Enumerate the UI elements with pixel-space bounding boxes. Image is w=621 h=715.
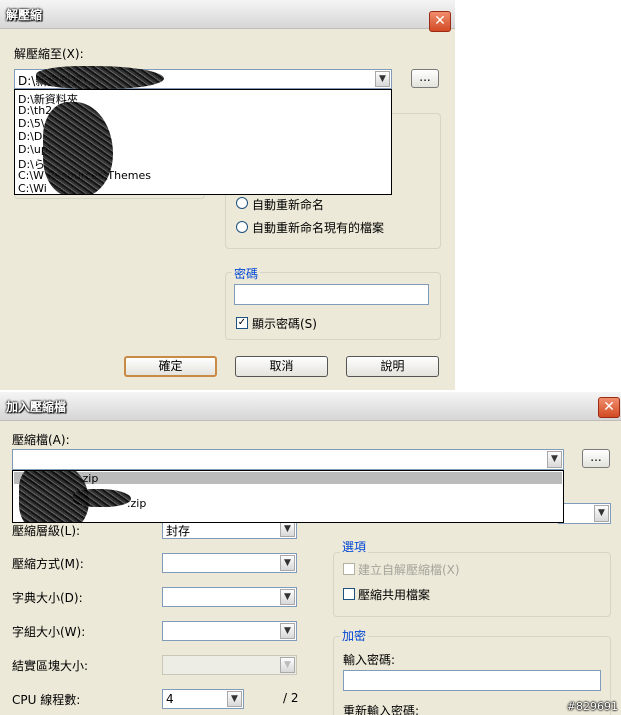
method-label: 壓縮方式(M): xyxy=(12,557,84,571)
enter-password-input[interactable] xyxy=(343,670,601,691)
cpu-label: CPU 線程數: xyxy=(12,693,81,707)
chevron-down-icon[interactable]: ▼ xyxy=(227,691,242,707)
encryption-group-title: 加密 xyxy=(340,627,369,644)
cpu-max-label: / 2 xyxy=(283,691,299,705)
redaction-scribble xyxy=(43,102,113,194)
chevron-down-icon[interactable]: ▼ xyxy=(375,71,390,87)
rename-auto-radio[interactable] xyxy=(236,197,248,209)
sfx-label: 建立自解壓縮檔(X) xyxy=(358,563,460,577)
archive-path-dropdown[interactable]: .zip .zip xyxy=(12,470,564,523)
redaction-scribble xyxy=(36,66,164,89)
watermark: #829691 xyxy=(566,700,618,713)
rename-existing-radio[interactable] xyxy=(236,221,248,233)
options-group-title: 選項 xyxy=(340,538,369,555)
shared-files-label: 壓縮共用檔案 xyxy=(358,588,431,602)
enter-password-label: 輸入密碼: xyxy=(343,653,396,667)
password-input[interactable] xyxy=(234,284,429,305)
help-button[interactable]: 說明 xyxy=(346,356,439,377)
level-label: 壓縮層級(L): xyxy=(12,524,81,538)
solid-combo: ▼ xyxy=(162,655,297,675)
dialog-title: 加入壓縮檔 xyxy=(6,400,67,414)
password-group-title: 密碼 xyxy=(232,265,261,282)
extract-path-dropdown[interactable]: D:\新資料夾 D:\th2 D:\5\ D:\D D:\up\ D:\ら C:… xyxy=(14,89,392,195)
rename-auto-label: 自動重新命名 xyxy=(252,198,325,212)
show-password-checkbox[interactable]: ✓ xyxy=(236,317,248,329)
extract-to-label: 解壓縮至(X): xyxy=(14,47,84,61)
word-combo[interactable]: ▼ xyxy=(162,621,297,641)
ok-button[interactable]: 確定 xyxy=(124,356,217,377)
list-item[interactable]: D:\D xyxy=(18,130,42,143)
chevron-down-icon[interactable]: ▼ xyxy=(280,555,295,571)
word-label: 字組大小(W): xyxy=(12,625,86,639)
archive-path-combo[interactable]: ▼ xyxy=(12,449,564,470)
chevron-down-icon[interactable]: ▼ xyxy=(280,521,295,537)
chevron-down-icon: ▼ xyxy=(280,657,295,673)
archive-label: 壓縮檔(A): xyxy=(12,433,70,447)
cpu-value: 4 xyxy=(166,692,174,706)
level-value: 封存 xyxy=(166,524,191,538)
method-combo[interactable]: ▼ xyxy=(162,553,297,573)
update-mode-combo[interactable]: ▼ xyxy=(558,503,611,524)
reenter-password-label: 重新輸入密碼: xyxy=(343,704,420,715)
dialog-title: 解壓縮 xyxy=(6,8,43,22)
browse-button[interactable]: ... xyxy=(411,69,439,88)
cpu-combo[interactable]: 4 ▼ xyxy=(162,689,244,709)
chevron-down-icon[interactable]: ▼ xyxy=(547,451,562,468)
browse-button[interactable]: ... xyxy=(582,449,610,468)
sfx-checkbox xyxy=(343,563,355,575)
show-password-label: 顯示密碼(S) xyxy=(252,317,317,331)
chevron-down-icon[interactable]: ▼ xyxy=(280,623,295,639)
dict-label: 字典大小(D): xyxy=(12,591,83,605)
list-item[interactable]: D:\5\ xyxy=(18,117,45,130)
add-archive-dialog: 加入壓縮檔 ✕ 壓縮檔(A): ▼ ... ▼ 壓縮層級(L): 封存 ▼ 壓縮… xyxy=(0,392,621,715)
rename-existing-label: 自動重新命名現有的檔案 xyxy=(252,221,385,235)
shared-files-checkbox[interactable] xyxy=(343,588,355,600)
chevron-down-icon[interactable]: ▼ xyxy=(280,589,295,605)
chevron-down-icon[interactable]: ▼ xyxy=(594,505,609,522)
cancel-button[interactable]: 取消 xyxy=(235,356,328,377)
close-button[interactable]: ✕ xyxy=(598,397,620,418)
solid-label: 結實區塊大小: xyxy=(12,659,89,673)
redaction-scribble xyxy=(73,489,131,507)
list-item[interactable]: C:\Wi xyxy=(18,182,47,194)
close-button[interactable]: ✕ xyxy=(429,11,451,32)
title-bar[interactable]: 加入壓縮檔 ✕ xyxy=(0,392,621,421)
extract-dialog: 解壓縮 ✕ 解壓縮至(X): D:\新資料夾\... ▼ ... 自動重新命名 … xyxy=(0,0,455,390)
dict-combo[interactable]: ▼ xyxy=(162,587,297,607)
title-bar[interactable]: 解壓縮 ✕ xyxy=(0,0,455,32)
